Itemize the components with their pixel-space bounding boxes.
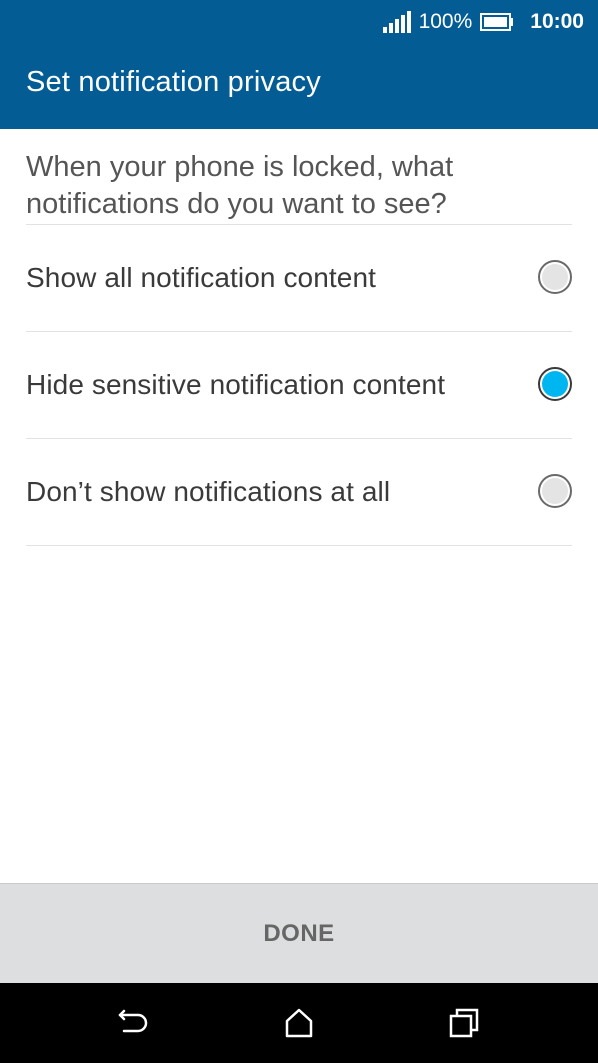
radio-dot [542, 264, 568, 290]
back-icon[interactable] [116, 1005, 152, 1041]
page-title: Set notification privacy [26, 66, 321, 98]
radio-button[interactable] [538, 260, 572, 294]
content: When your phone is locked, what notifica… [0, 129, 598, 546]
option-label: Don’t show notifications at all [26, 476, 391, 507]
app-bar: 100% 10:00 Set notification privacy [0, 0, 598, 129]
home-icon[interactable] [281, 1005, 317, 1041]
option-label: Hide sensitive notification content [26, 369, 446, 400]
status-bar-right: 100% 10:00 [382, 8, 584, 36]
done-button[interactable]: DONE [263, 920, 334, 948]
signal-icon [382, 11, 411, 33]
radio-dot [542, 478, 568, 504]
option-show-all[interactable]: Show all notification content [26, 225, 572, 332]
battery-icon [480, 13, 514, 31]
done-bar: DONE [0, 883, 598, 983]
status-bar: 100% 10:00 [0, 0, 598, 44]
option-hide-sensitive[interactable]: Hide sensitive notification content [26, 332, 572, 439]
navigation-bar [0, 983, 598, 1063]
option-dont-show[interactable]: Don’t show notifications at all [26, 439, 572, 546]
radio-button[interactable] [538, 474, 572, 508]
status-time: 10:00 [530, 10, 584, 33]
radio-dot [542, 371, 568, 397]
battery-percent: 100% [418, 10, 473, 33]
question-text: When your phone is locked, what notifica… [26, 129, 572, 225]
recents-icon[interactable] [446, 1005, 482, 1041]
screen: 100% 10:00 Set notification privacy When… [0, 0, 598, 1063]
radio-button[interactable] [538, 367, 572, 401]
option-label: Show all notification content [26, 262, 377, 293]
